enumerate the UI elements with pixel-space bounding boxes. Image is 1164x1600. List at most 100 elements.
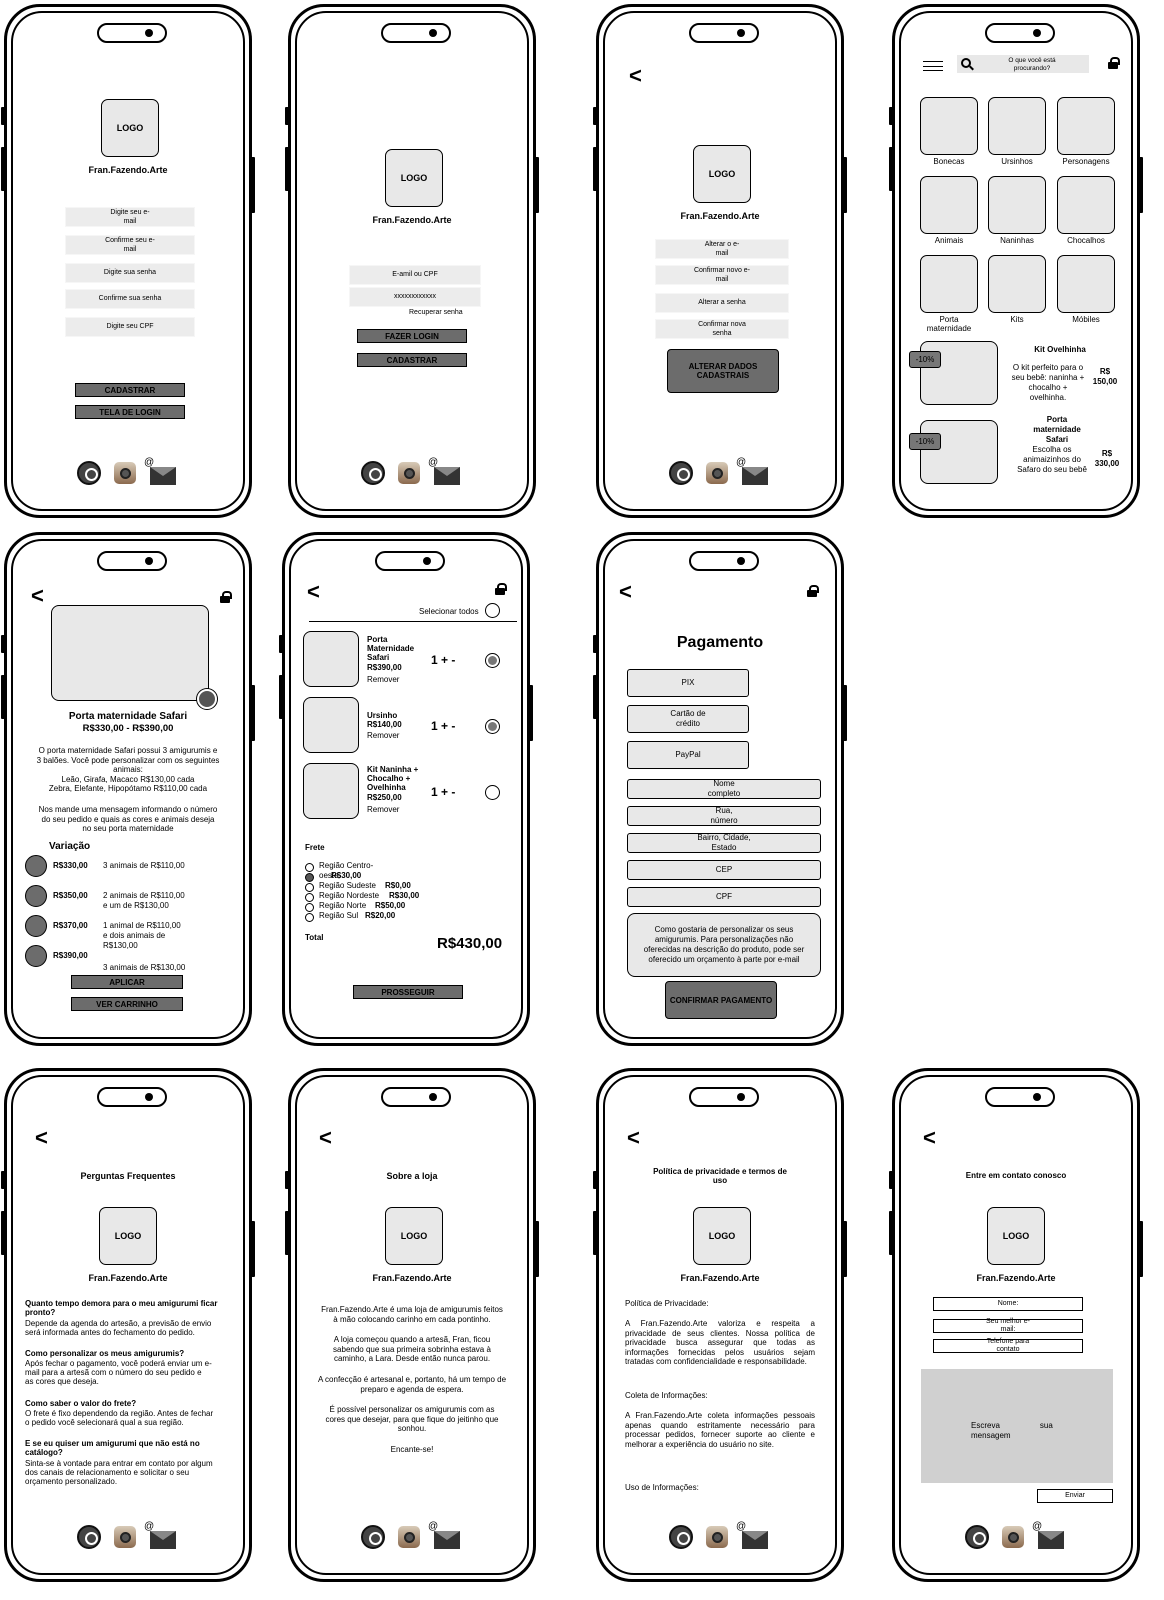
login-button[interactable]: FAZER LOGIN <box>357 329 467 343</box>
category-card[interactable] <box>920 255 978 313</box>
whatsapp-icon[interactable] <box>669 1525 693 1549</box>
lock-icon[interactable] <box>1108 57 1120 69</box>
region-radio[interactable] <box>305 903 314 912</box>
change-password-field[interactable]: Alterar a senha <box>655 293 789 313</box>
apply-button[interactable]: APLICAR <box>71 975 183 989</box>
whatsapp-icon[interactable] <box>669 461 693 485</box>
mail-icon[interactable] <box>428 457 460 485</box>
back-button[interactable]: < <box>35 1127 48 1149</box>
mail-icon[interactable] <box>428 1521 460 1549</box>
back-button[interactable]: < <box>619 581 632 603</box>
category-card[interactable] <box>920 97 978 155</box>
customization-field[interactable]: Como gostaria de personalizar os seus am… <box>627 913 821 977</box>
back-button[interactable]: < <box>319 1127 332 1149</box>
confirm-payment-button[interactable]: CONFIRMAR PAGAMENTO <box>665 981 777 1019</box>
instagram-icon[interactable] <box>114 1526 136 1548</box>
register-button[interactable]: CADASTRAR <box>357 353 467 367</box>
region-radio[interactable] <box>305 873 314 882</box>
paypal-button[interactable]: PayPal <box>627 741 749 769</box>
whatsapp-icon[interactable] <box>77 461 101 485</box>
variation-option[interactable] <box>25 915 47 937</box>
confirm-new-password-field[interactable]: Confirmar nova senha <box>655 319 789 339</box>
category-card[interactable] <box>920 176 978 234</box>
cpf-field[interactable]: Digite seu CPF <box>65 317 195 337</box>
cart-item-radio[interactable] <box>485 719 500 734</box>
remove-link[interactable]: Remover <box>367 805 399 815</box>
register-button[interactable]: CADASTRAR <box>75 383 185 397</box>
category-card[interactable] <box>1057 97 1115 155</box>
region-radio[interactable] <box>305 883 314 892</box>
cep-field[interactable]: CEP <box>627 860 821 880</box>
menu-icon[interactable] <box>923 61 943 71</box>
street-field[interactable]: Rua, número <box>627 806 821 826</box>
back-button[interactable]: < <box>923 1127 936 1149</box>
back-button[interactable]: < <box>307 581 320 603</box>
change-account-button[interactable]: ALTERAR DADOS CADASTRAIS <box>667 349 779 393</box>
instagram-icon[interactable] <box>114 462 136 484</box>
send-button[interactable]: Enviar <box>1037 1489 1113 1503</box>
back-button[interactable]: < <box>627 1127 640 1149</box>
instagram-icon[interactable] <box>706 1526 728 1548</box>
login-screen-button[interactable]: TELA DE LOGIN <box>75 405 185 419</box>
quantity-stepper[interactable]: 1 + - <box>431 785 455 800</box>
lock-icon[interactable] <box>220 591 232 603</box>
category-card[interactable] <box>1057 255 1115 313</box>
remove-link[interactable]: Remover <box>367 675 399 685</box>
credit-card-button[interactable]: Cartão de crédito <box>627 705 749 733</box>
region-radio[interactable] <box>305 913 314 922</box>
instagram-icon[interactable] <box>398 1526 420 1548</box>
proceed-button[interactable]: PROSSEGUIR <box>353 985 463 999</box>
cart-item-radio[interactable] <box>485 785 500 800</box>
recover-password-link[interactable]: Recuperar senha <box>409 309 463 318</box>
category-card[interactable] <box>988 176 1046 234</box>
mail-icon[interactable] <box>1032 1521 1064 1549</box>
name-field[interactable]: Nome: <box>933 1297 1083 1311</box>
phone-field[interactable]: Telefone para contato <box>933 1338 1083 1353</box>
mail-icon[interactable] <box>736 1521 768 1549</box>
variation-option[interactable] <box>25 885 47 907</box>
password-field[interactable]: xxxxxxxxxxxx <box>349 287 481 307</box>
select-all-radio[interactable] <box>485 603 500 618</box>
full-name-field[interactable]: Nome completo <box>627 779 821 799</box>
quantity-stepper[interactable]: 1 + - <box>431 719 455 734</box>
mail-icon[interactable] <box>144 1521 176 1549</box>
change-email-field[interactable]: Alterar o e- mail <box>655 239 789 259</box>
password-field[interactable]: Digite sua senha <box>65 263 195 283</box>
address-field[interactable]: Bairro, Cidade, Estado <box>627 833 821 853</box>
quantity-stepper[interactable]: 1 + - <box>431 653 455 668</box>
variation-option[interactable] <box>25 855 47 877</box>
whatsapp-icon[interactable] <box>77 1525 101 1549</box>
category-card[interactable] <box>988 255 1046 313</box>
confirm-password-field[interactable]: Confirme sua senha <box>65 289 195 309</box>
confirm-email-field[interactable]: Confirme seu e- mail <box>65 235 195 255</box>
promo-image[interactable] <box>920 420 998 484</box>
region-price: R$0,00 <box>385 881 411 890</box>
whatsapp-icon[interactable] <box>197 689 217 709</box>
whatsapp-icon[interactable] <box>965 1525 989 1549</box>
cpf-field[interactable]: CPF <box>627 887 821 907</box>
remove-link[interactable]: Remover <box>367 731 399 741</box>
instagram-icon[interactable] <box>1002 1526 1024 1548</box>
email-field[interactable]: Seu melhor e- mail: <box>933 1318 1083 1333</box>
whatsapp-icon[interactable] <box>361 1525 385 1549</box>
instagram-icon[interactable] <box>706 462 728 484</box>
mail-icon[interactable] <box>144 457 176 485</box>
cart-item-radio[interactable] <box>485 653 500 668</box>
category-card[interactable] <box>1057 176 1115 234</box>
instagram-icon[interactable] <box>398 462 420 484</box>
email-field[interactable]: Digite seu e- mail <box>65 207 195 227</box>
whatsapp-icon[interactable] <box>361 461 385 485</box>
category-card[interactable] <box>988 97 1046 155</box>
email-cpf-field[interactable]: E-amil ou CPF <box>349 265 481 285</box>
variation-option[interactable] <box>25 945 47 967</box>
lock-icon[interactable] <box>807 585 819 597</box>
view-cart-button[interactable]: VER CARRINHO <box>71 997 183 1011</box>
region-radio[interactable] <box>305 863 314 872</box>
lock-icon[interactable] <box>495 583 507 595</box>
back-button[interactable]: < <box>31 585 44 607</box>
pix-button[interactable]: PIX <box>627 669 749 697</box>
region-radio[interactable] <box>305 893 314 902</box>
confirm-new-email-field[interactable]: Confirmar novo e- mail <box>655 265 789 285</box>
mail-icon[interactable] <box>736 457 768 485</box>
back-button[interactable]: < <box>629 65 642 87</box>
